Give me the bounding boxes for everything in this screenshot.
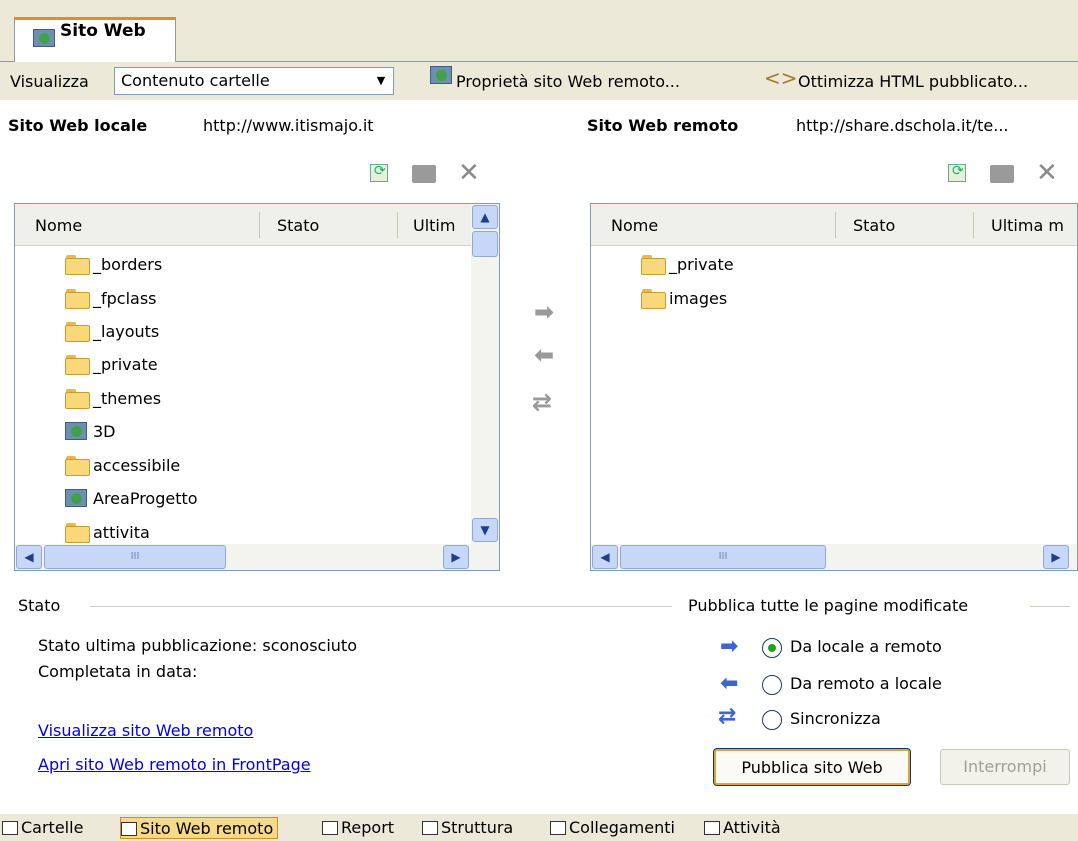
divider [90,606,672,607]
view-select[interactable]: Contenuto cartelle ▼ [114,67,394,95]
completed-date: Completata in data: [38,662,198,681]
folder-icon [65,389,90,409]
remote-new-folder-icon[interactable] [990,165,1014,183]
view-tasks[interactable]: Attività [704,817,781,839]
remote-site-label: Sito Web remoto [587,116,739,135]
publish-site-button[interactable]: Pubblica sito Web [713,748,911,786]
folder-icon [65,322,90,342]
remote-properties-icon[interactable] [430,66,452,84]
local-delete-icon[interactable]: ✕ [458,160,480,186]
scroll-thumb[interactable]: III [44,545,226,569]
local-file-list[interactable]: Nome Stato Ultim _borders _fpclass _layo… [14,203,500,571]
view-select-value: Contenuto cartelle [121,71,270,90]
local-site-label: Sito Web locale [8,116,148,135]
view-structure[interactable]: Struttura [422,817,513,839]
view-label: Visualizza [10,72,89,91]
remote-to-local-icon: ⬅ [720,671,739,696]
radio-remote-to-local[interactable] [762,675,782,695]
column-ultima[interactable]: Ultima m [991,216,1064,235]
scroll-thumb[interactable]: III [620,545,826,569]
view-bar: Cartelle Sito Web remoto Report Struttur… [0,814,1078,841]
dropdown-arrow-icon[interactable]: ▼ [369,68,393,94]
copy-right-arrow-icon[interactable]: ➡ [534,300,554,324]
column-stato[interactable]: Stato [853,216,895,235]
local-to-remote-icon: ➡ [720,634,739,659]
remote-file-list[interactable]: Nome Stato Ultima m _private images ◀ II… [590,203,1078,571]
folder-icon [641,289,666,309]
remote-site-url: http://share.dschola.it/te... [796,116,1009,135]
radio-label[interactable]: Da remoto a locale [790,674,942,693]
report-icon [322,821,338,835]
scroll-down-icon[interactable]: ▼ [472,518,498,542]
folder-icon [641,255,666,275]
local-column-header: Nome Stato Ultim [15,204,471,246]
tab-title: Sito Web [60,21,146,41]
view-reports[interactable]: Report [322,817,394,839]
status-group-label: Stato [18,596,61,615]
column-nome[interactable]: Nome [611,216,658,235]
scroll-left-icon[interactable]: ◀ [592,545,618,569]
copy-left-arrow-icon[interactable]: ⬅ [534,343,554,367]
radio-synchronize[interactable] [762,710,782,730]
folder-icon [2,821,18,835]
sync-arrows-icon[interactable]: ⇄ [532,390,552,414]
optimize-html-button[interactable]: Ottimizza HTML pubblicato... [798,72,1028,91]
view-remote-site[interactable]: Sito Web remoto [120,817,279,839]
tasks-icon [704,821,720,835]
synchronize-icon: ⇄ [718,704,737,729]
folder-icon [65,255,90,275]
remote-properties-button[interactable]: Proprietà sito Web remoto... [456,72,680,91]
publish-group-label: Pubblica tutte le pagine modificate [688,596,969,615]
remote-delete-icon[interactable]: ✕ [1036,160,1058,186]
radio-label[interactable]: Sincronizza [790,709,881,728]
local-site-url: http://www.itismajo.it [203,116,374,135]
folder-icon [65,523,90,543]
web-site-icon [121,822,137,836]
local-vertical-scrollbar[interactable]: ▲ ▼ [471,204,499,546]
view-remote-site-link[interactable]: Visualizza sito Web remoto [38,721,253,740]
local-horizontal-scrollbar[interactable]: ◀ III ▶ [15,544,499,570]
divider [1030,606,1070,607]
folder-icon [65,355,90,375]
optimize-html-icon[interactable]: <> [764,66,798,90]
view-folders[interactable]: Cartelle [2,817,83,839]
scroll-thumb[interactable] [472,231,498,257]
folder-icon [65,289,90,309]
scroll-up-icon[interactable]: ▲ [472,205,498,229]
remote-horizontal-scrollbar[interactable]: ◀ III ▶ [591,544,1077,570]
scroll-right-icon[interactable]: ▶ [443,545,469,569]
column-ultima[interactable]: Ultim [413,216,455,235]
column-stato[interactable]: Stato [277,216,319,235]
view-hyperlinks[interactable]: Collegamenti [550,817,675,839]
hyperlinks-icon [550,821,566,835]
structure-icon [422,821,438,835]
remote-refresh-icon[interactable] [948,163,966,182]
open-remote-in-frontpage-link[interactable]: Apri sito Web remoto in FrontPage [38,755,311,774]
local-refresh-icon[interactable] [370,163,388,182]
radio-local-to-remote[interactable] [762,638,782,658]
local-new-folder-icon[interactable] [412,165,436,183]
folder-icon [65,456,90,476]
radio-label[interactable]: Da locale a remoto [790,637,942,656]
column-nome[interactable]: Nome [35,216,82,235]
remote-column-header: Nome Stato Ultima m [591,204,1077,246]
web-folder-icon [65,422,87,440]
web-folder-icon [65,489,87,507]
scroll-right-icon[interactable]: ▶ [1043,545,1069,569]
scroll-left-icon[interactable]: ◀ [16,545,42,569]
last-publish-status: Stato ultima pubblicazione: sconosciuto [38,636,357,655]
web-site-icon [33,29,55,47]
stop-button[interactable]: Interrompi [940,749,1070,785]
